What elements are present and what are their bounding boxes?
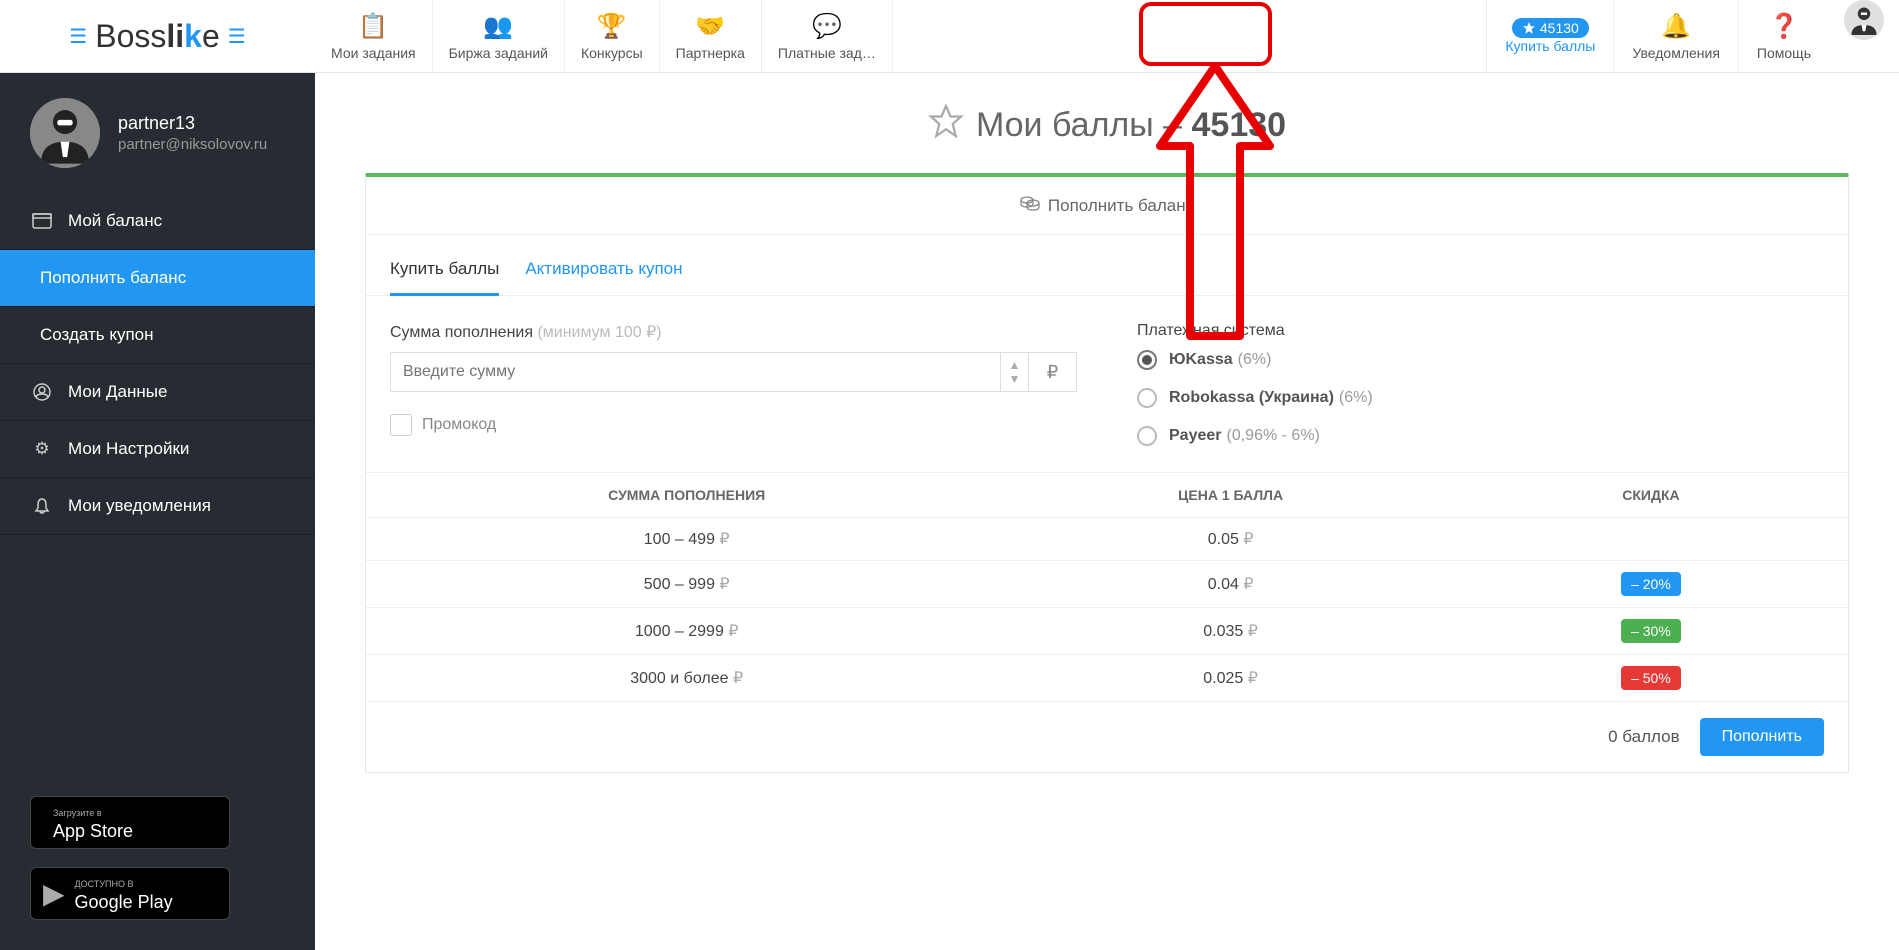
tab-activate-coupon[interactable]: Активировать купон bbox=[525, 253, 682, 295]
nav-task-exchange[interactable]: 👥 Биржа заданий bbox=[433, 0, 565, 72]
user-avatar bbox=[30, 98, 100, 168]
radio-icon bbox=[1137, 426, 1157, 446]
topup-card: Пополнить баланс Купить баллы Активирова… bbox=[365, 173, 1849, 773]
submit-button[interactable]: Пополнить bbox=[1700, 718, 1824, 756]
page-title: Мои баллы – 45130 bbox=[365, 103, 1849, 148]
checkbox-icon bbox=[390, 414, 412, 436]
tab-buy-points[interactable]: Купить баллы bbox=[390, 253, 499, 296]
form-area: Сумма пополнения (минимум 100 ₽) ▲▼ ₽ Пр… bbox=[366, 296, 1848, 473]
card-header: Пополнить баланс bbox=[366, 177, 1848, 235]
sidebar: partner13 partner@niksolovov.ru Мой бала… bbox=[0, 73, 315, 950]
help-button[interactable]: ❓ Помощь bbox=[1738, 0, 1829, 72]
card-footer: 0 баллов Пополнить bbox=[366, 701, 1848, 772]
nav-my-tasks[interactable]: 📋 Мои задания bbox=[315, 0, 433, 72]
main-content: Мои баллы – 45130 Пополнить баланс Купит… bbox=[315, 73, 1899, 950]
gear-icon: ⚙ bbox=[30, 439, 54, 459]
buy-points-button[interactable]: 45130 Купить баллы bbox=[1486, 0, 1613, 72]
paysys-option-yukassa[interactable]: ЮKassa(6%) bbox=[1137, 350, 1824, 370]
logo-bars-right: ☰ bbox=[228, 24, 246, 49]
app-badges: Загрузите вApp Store ▶ ДОСТУПНО ВGoogle … bbox=[0, 766, 315, 950]
price-table-row: 500 – 9990.04– 20% bbox=[366, 561, 1848, 608]
nav-paid-tasks[interactable]: 💬 Платные зад… bbox=[762, 0, 893, 72]
price-table-row: 1000 – 29990.035– 30% bbox=[366, 608, 1848, 655]
sum-label: Сумма пополнения (минимум 100 ₽) bbox=[390, 322, 1077, 342]
discount-badge: – 20% bbox=[1621, 572, 1681, 596]
handshake-icon: 🤝 bbox=[695, 12, 725, 41]
sidebar-item-notifications[interactable]: Мои уведомления bbox=[0, 478, 315, 535]
people-icon: 👥 bbox=[483, 12, 513, 41]
coins-icon bbox=[1020, 195, 1040, 216]
price-table-row: 3000 и более0.025– 50% bbox=[366, 655, 1848, 701]
googleplay-icon: ▶ bbox=[43, 877, 65, 910]
googleplay-button[interactable]: ▶ ДОСТУПНО ВGoogle Play bbox=[30, 867, 230, 920]
radio-icon bbox=[1137, 388, 1157, 408]
wallet-icon bbox=[30, 213, 54, 229]
amount-stepper[interactable]: ▲▼ bbox=[1001, 352, 1029, 392]
logo-bars-left: ☰ bbox=[69, 24, 87, 49]
money-chat-icon: 💬 bbox=[812, 12, 842, 41]
paysys-option-payeer[interactable]: Payeer(0,96% - 6%) bbox=[1137, 426, 1824, 446]
top-nav: 📋 Мои задания 👥 Биржа заданий 🏆 Конкурсы… bbox=[315, 0, 1486, 72]
trophy-icon: 🏆 bbox=[597, 12, 627, 41]
points-badge: 45130 bbox=[1512, 18, 1589, 38]
discount-badge: – 30% bbox=[1621, 619, 1681, 643]
star-icon bbox=[1522, 21, 1536, 35]
sidebar-item-balance[interactable]: Мой баланс bbox=[0, 193, 315, 250]
bell-icon bbox=[30, 497, 54, 515]
sidebar-item-settings[interactable]: ⚙ Мои Настройки bbox=[0, 421, 315, 478]
currency-label: ₽ bbox=[1029, 352, 1077, 392]
user-avatar-menu[interactable] bbox=[1844, 0, 1884, 40]
sidebar-item-my-data[interactable]: Мои Данные bbox=[0, 364, 315, 421]
clipboard-icon: 📋 bbox=[358, 12, 388, 41]
promo-checkbox[interactable]: Промокод bbox=[390, 414, 1077, 436]
paysys-list: ЮKassa(6%) Robokassa (Украина)(6%) Payee… bbox=[1137, 350, 1824, 446]
paysys-label: Платежная система bbox=[1137, 322, 1824, 340]
amount-input[interactable] bbox=[390, 352, 1001, 392]
user-icon bbox=[30, 383, 54, 401]
price-table-header: СУММА ПОПОЛНЕНИЯ ЦЕНА 1 БАЛЛА СКИДКА bbox=[366, 473, 1848, 518]
user-name: partner13 bbox=[118, 113, 267, 134]
avatar-icon bbox=[1844, 0, 1884, 40]
nav-affiliate[interactable]: 🤝 Партнерка bbox=[660, 0, 762, 72]
price-table-row: 100 – 4990.05 bbox=[366, 518, 1848, 561]
appstore-button[interactable]: Загрузите вApp Store bbox=[30, 796, 230, 849]
radio-checked-icon bbox=[1137, 350, 1157, 370]
avatar-icon bbox=[30, 98, 100, 168]
user-email: partner@niksolovov.ru bbox=[118, 136, 267, 153]
logo[interactable]: ☰ Bosslike ☰ bbox=[0, 18, 315, 55]
tabs: Купить баллы Активировать купон bbox=[366, 235, 1848, 296]
result-points: 0 баллов bbox=[1608, 727, 1680, 747]
top-header: ☰ Bosslike ☰ 📋 Мои задания 👥 Биржа задан… bbox=[0, 0, 1899, 73]
user-box: partner13 partner@niksolovov.ru bbox=[0, 73, 315, 193]
sidebar-item-create-coupon[interactable]: Создать купон bbox=[0, 307, 315, 364]
bell-icon: 🔔 bbox=[1661, 12, 1691, 41]
right-nav: 45130 Купить баллы 🔔 Уведомления ❓ Помощ… bbox=[1486, 0, 1899, 72]
discount-badge: – 50% bbox=[1621, 666, 1681, 690]
sidebar-item-topup[interactable]: Пополнить баланс bbox=[0, 250, 315, 307]
paysys-option-robokassa[interactable]: Robokassa (Украина)(6%) bbox=[1137, 388, 1824, 408]
notifications-button[interactable]: 🔔 Уведомления bbox=[1613, 0, 1738, 72]
nav-contests[interactable]: 🏆 Конкурсы bbox=[565, 0, 660, 72]
help-icon: ❓ bbox=[1769, 12, 1799, 41]
star-outline-icon bbox=[928, 103, 964, 148]
